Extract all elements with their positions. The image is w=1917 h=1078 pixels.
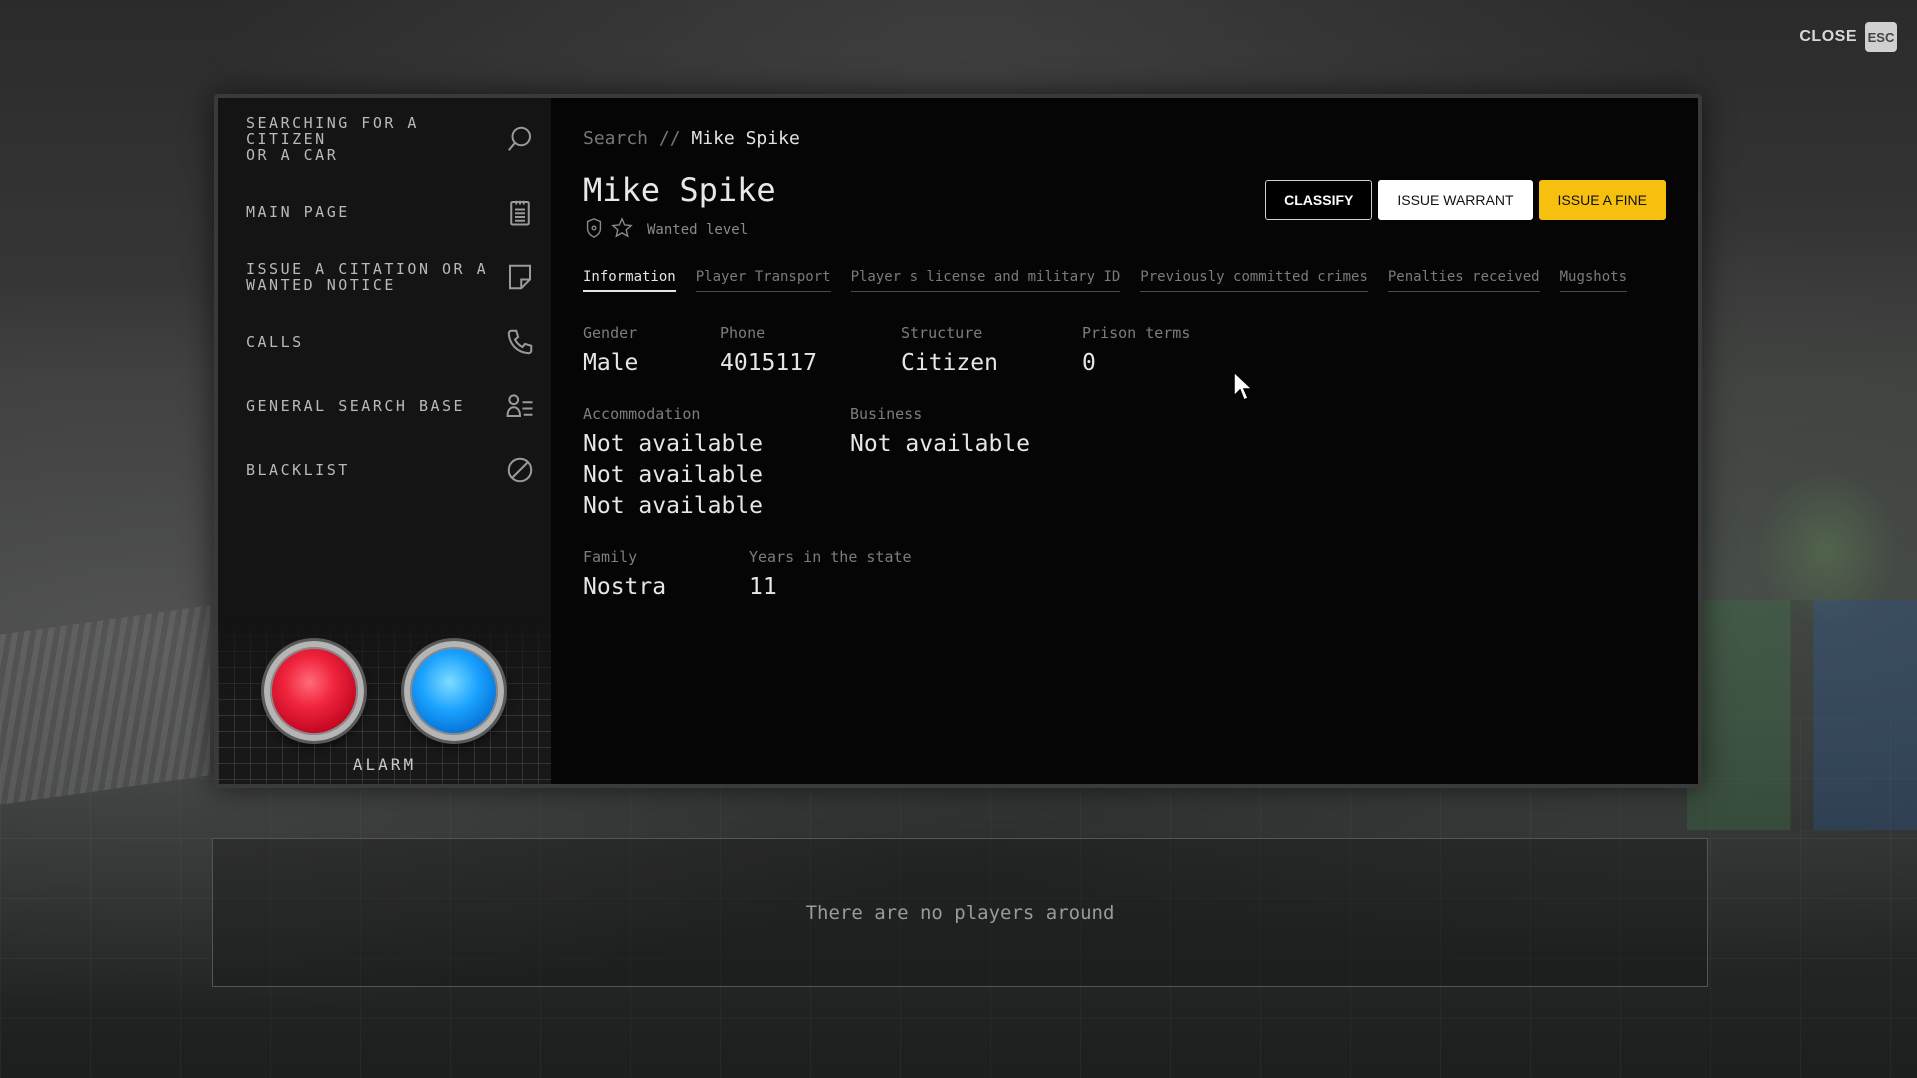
background-bench bbox=[0, 605, 210, 805]
profile-tabs: Information Player Transport Player s li… bbox=[583, 269, 1666, 292]
field-label: Structure bbox=[901, 324, 983, 342]
close-control[interactable]: CLOSE ESC bbox=[1799, 22, 1897, 52]
sidebar-item-label: BLACKLIST bbox=[246, 461, 350, 479]
esc-key-badge[interactable]: ESC bbox=[1865, 22, 1897, 52]
field-years-in-state: Years in the state 11 bbox=[749, 548, 912, 603]
field-value: Not available bbox=[850, 431, 1031, 457]
field-value: Nostra bbox=[583, 574, 667, 600]
field-label: Family bbox=[583, 548, 638, 566]
classify-button[interactable]: CLASSIFY bbox=[1265, 180, 1373, 220]
sidebar: SEARCHING FOR A CITIZEN OR A CAR MAIN PA… bbox=[218, 98, 551, 784]
field-phone: Phone 4015117 bbox=[720, 324, 817, 379]
field-gender: Gender Male bbox=[583, 324, 638, 379]
user-list-icon bbox=[503, 389, 537, 423]
tab-information[interactable]: Information bbox=[583, 269, 676, 292]
tab-penalties-received[interactable]: Penalties received bbox=[1387, 269, 1540, 292]
sidebar-item-main-page[interactable]: MAIN PAGE bbox=[218, 180, 551, 244]
alarm-label: ALARM bbox=[352, 755, 417, 774]
field-value: 4015117 bbox=[720, 350, 817, 376]
alarm-section: ALARM bbox=[218, 619, 551, 784]
field-business: Business Not available bbox=[850, 405, 1030, 460]
sidebar-item-label: SEARCHING FOR A CITIZEN OR A CAR bbox=[246, 114, 419, 164]
field-structure: Structure Citizen bbox=[901, 324, 998, 379]
field-family: Family Nostra bbox=[583, 548, 666, 603]
field-label: Phone bbox=[720, 324, 766, 342]
field-value: Not available bbox=[583, 493, 764, 519]
star-icon bbox=[611, 217, 633, 243]
field-prison-terms: Prison terms 0 bbox=[1082, 324, 1190, 379]
nearby-players-box: There are no players around bbox=[212, 838, 1708, 987]
breadcrumb-current: Mike Spike bbox=[691, 128, 800, 149]
field-value: 0 bbox=[1082, 350, 1096, 376]
tab-previous-crimes[interactable]: Previously committed crimes bbox=[1140, 269, 1368, 292]
wanted-level-row: Wanted level bbox=[583, 217, 1666, 243]
close-label[interactable]: CLOSE bbox=[1799, 28, 1857, 46]
field-value: 11 bbox=[749, 574, 777, 600]
field-label: Accommodation bbox=[583, 405, 701, 423]
tab-license-military-id[interactable]: Player s license and military ID bbox=[850, 269, 1121, 292]
field-label: Business bbox=[850, 405, 923, 423]
clipboard-icon bbox=[503, 195, 537, 229]
field-value: Citizen bbox=[901, 350, 998, 376]
sidebar-item-general-search-base[interactable]: GENERAL SEARCH BASE bbox=[218, 374, 551, 438]
wanted-level-label: Wanted level bbox=[647, 222, 749, 238]
main-content: Search // Mike Spike Mike Spike Wanted l… bbox=[551, 98, 1698, 784]
note-icon bbox=[503, 260, 537, 294]
breadcrumb-root[interactable]: Search bbox=[583, 128, 648, 149]
alarm-red-button[interactable] bbox=[264, 641, 364, 741]
sidebar-item-label: MAIN PAGE bbox=[246, 203, 350, 221]
sidebar-item-calls[interactable]: CALLS bbox=[218, 310, 551, 374]
badge-icon bbox=[583, 217, 605, 243]
issue-fine-button[interactable]: ISSUE A FINE bbox=[1538, 180, 1666, 220]
breadcrumb-separator: // bbox=[658, 128, 681, 149]
sidebar-item-label: CALLS bbox=[246, 333, 304, 351]
breadcrumb: Search // Mike Spike bbox=[583, 128, 1666, 149]
field-label: Gender bbox=[583, 324, 638, 342]
tab-player-transport[interactable]: Player Transport bbox=[695, 269, 831, 292]
field-value: Not available bbox=[583, 462, 764, 488]
tab-mugshots[interactable]: Mugshots bbox=[1559, 269, 1628, 292]
alarm-blue-button[interactable] bbox=[404, 641, 504, 741]
field-accommodation: Accommodation Not available Not availabl… bbox=[583, 405, 763, 522]
field-label: Prison terms bbox=[1082, 324, 1191, 342]
sidebar-item-search[interactable]: SEARCHING FOR A CITIZEN OR A CAR bbox=[218, 98, 551, 180]
no-players-message: There are no players around bbox=[805, 901, 1115, 924]
sidebar-item-label: GENERAL SEARCH BASE bbox=[246, 397, 466, 415]
mouse-cursor-icon bbox=[1232, 370, 1254, 406]
field-value: Male bbox=[583, 350, 639, 376]
background-bins bbox=[1687, 600, 1917, 830]
field-value: Not available bbox=[583, 431, 764, 457]
sidebar-item-label: ISSUE A CITATION OR A WANTED NOTICE bbox=[246, 260, 489, 294]
field-label: Years in the state bbox=[749, 548, 912, 566]
search-icon bbox=[503, 122, 537, 156]
sidebar-item-issue-citation[interactable]: ISSUE A CITATION OR A WANTED NOTICE bbox=[218, 244, 551, 310]
issue-warrant-button[interactable]: ISSUE WARRANT bbox=[1378, 180, 1533, 220]
ban-icon bbox=[503, 453, 537, 487]
sidebar-item-blacklist[interactable]: BLACKLIST bbox=[218, 438, 551, 502]
action-buttons: CLASSIFY ISSUE WARRANT ISSUE A FINE bbox=[1265, 180, 1666, 220]
phone-icon bbox=[503, 325, 537, 359]
police-computer-panel: SEARCHING FOR A CITIZEN OR A CAR MAIN PA… bbox=[214, 94, 1702, 788]
